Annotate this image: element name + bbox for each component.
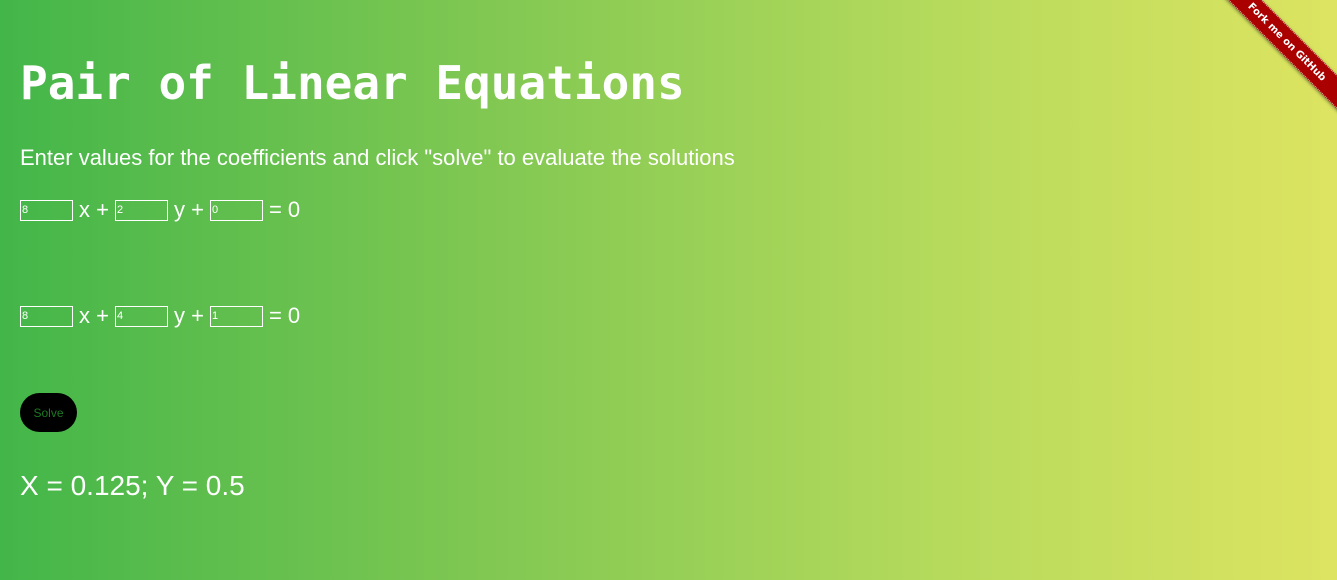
solve-button[interactable]: Solve: [20, 393, 77, 432]
eq2-equals-label: = 0: [268, 303, 301, 328]
eq1-coefficient-c-input[interactable]: [209, 199, 263, 221]
solution-result: X = 0.125; Y = 0.5: [20, 470, 245, 501]
page-title: Pair of Linear Equations: [20, 56, 685, 110]
fork-on-github-link[interactable]: Fork me on GitHub: [1217, 0, 1337, 115]
eq1-coefficient-a-input[interactable]: [20, 199, 73, 221]
eq2-coefficient-b-input[interactable]: [114, 305, 168, 327]
eq2-coefficient-c-input[interactable]: [209, 305, 263, 327]
eq2-coefficient-a-input[interactable]: [20, 305, 73, 327]
eq2-y-label: y +: [173, 303, 204, 328]
eq1-coefficient-b-input[interactable]: [114, 199, 168, 221]
github-ribbon: Fork me on GitHub: [1217, 0, 1337, 120]
equation-2: x + y + = 0: [20, 303, 306, 329]
eq1-equals-label: = 0: [268, 197, 301, 222]
eq2-x-label: x +: [79, 303, 109, 328]
equation-1: x + y + = 0: [20, 197, 306, 223]
eq1-y-label: y +: [173, 197, 204, 222]
eq1-x-label: x +: [79, 197, 109, 222]
instructions-text: Enter values for the coefficients and cl…: [20, 145, 735, 170]
